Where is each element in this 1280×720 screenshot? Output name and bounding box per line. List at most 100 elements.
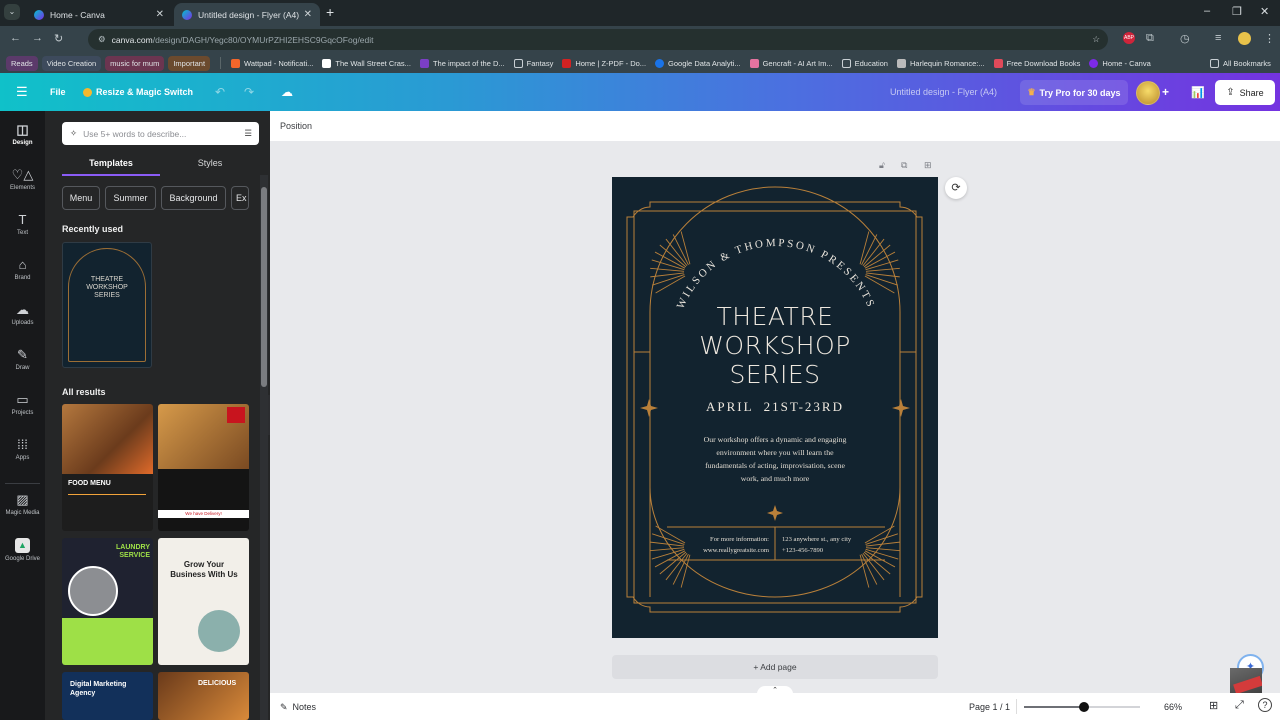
help-icon[interactable]: ? — [1258, 698, 1272, 712]
close-tab-icon[interactable]: ✕ — [156, 9, 164, 20]
bookmark-free-books[interactable]: Free Download Books — [993, 58, 1080, 68]
rail-design[interactable]: ◫ Design — [0, 123, 45, 147]
bookmark-label: Wattpad - Notificati... — [244, 58, 314, 68]
template-grow-business[interactable]: Grow Your Business With Us — [158, 538, 249, 665]
adblock-extension-icon[interactable]: ABP — [1123, 32, 1135, 44]
template-green-block — [62, 618, 153, 665]
browser-menu-icon[interactable]: ⋮ — [1264, 32, 1275, 45]
template-search-input[interactable]: ✧ Use 5+ words to describe... ☰ — [62, 122, 259, 145]
bookmark-impact[interactable]: The impact of the D... — [419, 58, 505, 68]
add-member-button[interactable]: + — [1162, 73, 1169, 111]
duplicate-page-icon[interactable]: ⧉ — [901, 160, 907, 171]
browser-tab-home-canva[interactable]: Home - Canva ✕ — [26, 3, 172, 26]
bookmark-video-creation[interactable]: Video Creation — [41, 55, 102, 71]
add-page-button[interactable]: + Add page — [612, 655, 938, 679]
design-title[interactable]: Untitled design - Flyer (A4) — [890, 87, 997, 97]
minimize-button[interactable]: – — [1204, 5, 1210, 17]
history-icon[interactable]: ◷ — [1180, 32, 1190, 45]
tab-search-button[interactable]: ⌄ — [4, 4, 20, 20]
template-menu-lines — [68, 494, 146, 522]
rail-magic-media[interactable]: ▨ Magic Media — [0, 493, 45, 517]
rail-uploads[interactable]: ☁ Uploads — [0, 303, 45, 327]
site-info-icon[interactable]: ⚙ — [98, 34, 106, 45]
template-title: We have Delivery! — [158, 510, 249, 518]
bookmark-zpdf[interactable]: Home | Z-PDF - Do... — [562, 58, 646, 68]
flyer-title[interactable]: THEATRE WORKSHOP SERIES — [612, 302, 938, 389]
extensions-icon[interactable]: ⧉ — [1146, 32, 1154, 45]
address-bar[interactable]: ⚙ canva.com/design/DAGH/Yegc80/OYMUrPZHI… — [88, 29, 1108, 50]
browser-tab-untitled-design[interactable]: Untitled design - Flyer (A4) ✕ — [174, 3, 320, 26]
zoom-percent[interactable]: 66% — [1164, 702, 1182, 712]
panel-scrollbar-thumb[interactable] — [261, 187, 267, 387]
pill-background[interactable]: Background — [161, 186, 226, 210]
recent-template-thumbnail[interactable]: THEATRE WORKSHOP SERIES — [62, 242, 152, 368]
pill-more[interactable]: Ex — [231, 186, 249, 210]
template-digital-marketing[interactable]: Digital Marketing Agency — [62, 672, 153, 720]
reading-list-icon[interactable]: ≡ — [1215, 32, 1221, 44]
close-tab-icon[interactable]: ✕ — [304, 9, 312, 20]
rail-elements[interactable]: ♡△ Elements — [0, 167, 45, 192]
bookmark-gencraft[interactable]: Gencraft - AI Art Im... — [749, 58, 833, 68]
flyer-page[interactable]: WILSON & THOMPSON PRESENTS THEATRE WORKS… — [612, 177, 938, 638]
reload-icon[interactable]: ↻ — [54, 32, 63, 45]
file-menu[interactable]: File — [50, 73, 66, 111]
undo-icon[interactable]: ↶ — [215, 73, 225, 111]
rail-draw[interactable]: ✎ Draw — [0, 348, 45, 372]
bookmark-wall-street[interactable]: The Wall Street Cras... — [322, 58, 411, 68]
share-button[interactable]: ⇪ Share — [1215, 80, 1275, 105]
bookmark-music-for-mum[interactable]: music for mum — [105, 55, 165, 71]
position-button[interactable]: Position — [280, 121, 312, 131]
add-page-icon[interactable]: ⊞ — [924, 160, 932, 171]
new-tab-button[interactable]: + — [326, 4, 334, 20]
tab-templates[interactable]: Templates — [62, 155, 160, 176]
maximize-button[interactable]: ❐ — [1232, 5, 1242, 18]
tab-styles[interactable]: Styles — [161, 155, 259, 168]
bookmark-reads[interactable]: Reads — [6, 55, 38, 71]
profile-avatar[interactable] — [1238, 32, 1251, 45]
regenerate-icon[interactable]: ⟳ — [945, 177, 967, 199]
main-menu-icon[interactable]: ☰ — [16, 73, 28, 111]
filter-sliders-icon[interactable]: ☰ — [244, 128, 252, 139]
elements-icon: ♡△ — [11, 167, 34, 182]
bookmark-folder-fantasy[interactable]: Fantasy — [513, 58, 553, 68]
bookmark-harlequin[interactable]: Harlequin Romance:... — [896, 58, 985, 68]
cloud-saved-icon[interactable]: ☁ — [281, 73, 293, 111]
fullscreen-icon[interactable]: ⤢ — [1235, 699, 1244, 712]
bookmark-wattpad[interactable]: Wattpad - Notificati... — [231, 58, 314, 68]
grid-view-icon[interactable]: ⊞ — [1209, 699, 1218, 712]
notes-button[interactable]: ✎ Notes — [280, 702, 316, 713]
rail-apps[interactable]: ⁞⁞⁞ Apps — [0, 438, 45, 462]
flyer-info-left[interactable]: For more information: www.reallygreatsit… — [672, 534, 769, 556]
flyer-info-right[interactable]: 123 anywhere st., any city +123-456-7890 — [782, 534, 882, 556]
page-indicator[interactable]: Page 1 / 1 — [969, 702, 1010, 712]
rail-brand[interactable]: ⌂ Brand — [0, 258, 45, 282]
lock-icon[interactable]: 🔓︎ — [879, 160, 885, 171]
template-delicious[interactable]: DELICIOUS — [158, 672, 249, 720]
user-avatar[interactable] — [1136, 81, 1160, 105]
pill-menu[interactable]: Menu — [62, 186, 100, 210]
redo-icon[interactable]: ↷ — [244, 73, 254, 111]
rail-text[interactable]: T Text — [0, 213, 45, 237]
template-delivery-menu[interactable]: We have Delivery! — [158, 404, 249, 531]
bookmark-important[interactable]: Important — [168, 55, 211, 71]
all-bookmarks[interactable]: All Bookmarks — [1210, 58, 1271, 68]
bookmark-home-canva[interactable]: Home - Canva — [1089, 58, 1151, 68]
pill-summer[interactable]: Summer — [105, 186, 156, 210]
try-pro-button[interactable]: ♛ Try Pro for 30 days — [1020, 80, 1128, 105]
template-food-menu[interactable]: FOOD MENU — [62, 404, 153, 531]
rail-projects[interactable]: ▭ Projects — [0, 393, 45, 417]
bookmark-star-icon[interactable]: ☆ — [1092, 34, 1100, 45]
close-window-button[interactable]: ✕ — [1260, 5, 1269, 18]
bookmark-google-data[interactable]: Google Data Analyti... — [655, 58, 741, 68]
harlequin-icon — [896, 58, 906, 68]
flyer-date[interactable]: APRIL 21ST-23RD — [612, 399, 938, 415]
forward-icon[interactable]: → — [32, 32, 43, 44]
back-icon[interactable]: ← — [10, 32, 21, 44]
notes-label: Notes — [292, 702, 317, 712]
flyer-description[interactable]: Our workshop offers a dynamic and engagi… — [612, 433, 938, 485]
resize-magic-switch-button[interactable]: Resize & Magic Switch — [83, 73, 193, 111]
bookmark-folder-education[interactable]: Education — [841, 58, 888, 68]
rail-google-drive[interactable]: ▲ Google Drive — [0, 538, 45, 562]
template-laundry[interactable]: LAUNDRY SERVICE — [62, 538, 153, 665]
insights-chart-icon[interactable]: 📊 — [1191, 73, 1205, 111]
